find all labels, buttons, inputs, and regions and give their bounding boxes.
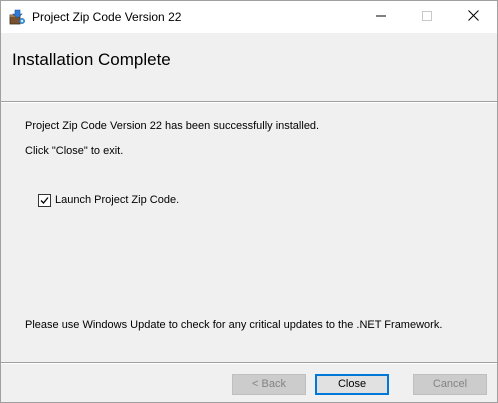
minimize-icon	[376, 8, 386, 26]
launch-checkbox-label[interactable]: Launch Project Zip Code.	[55, 194, 179, 207]
header-banner: Installation Complete	[1, 33, 497, 101]
title-bar[interactable]: Project Zip Code Version 22	[1, 1, 497, 33]
installer-window: Project Zip Code Version 22 Installation…	[0, 0, 498, 403]
update-notice: Please use Windows Update to check for a…	[25, 319, 443, 331]
back-button[interactable]: < Back	[232, 374, 306, 395]
cancel-button[interactable]: Cancel	[413, 374, 487, 395]
close-instruction: Click "Close" to exit.	[25, 145, 124, 157]
launch-checkbox-row[interactable]: Launch Project Zip Code.	[38, 193, 179, 207]
minimize-button[interactable]	[358, 1, 404, 33]
footer-divider	[1, 362, 497, 364]
window-title: Project Zip Code Version 22	[32, 10, 182, 24]
launch-checkbox[interactable]	[38, 193, 51, 207]
maximize-icon	[422, 8, 432, 26]
close-button[interactable]: Close	[315, 374, 389, 395]
success-message: Project Zip Code Version 22 has been suc…	[25, 120, 320, 132]
close-icon	[467, 8, 479, 26]
close-window-button[interactable]	[450, 1, 496, 33]
page-title: Installation Complete	[12, 50, 171, 69]
header-divider	[1, 101, 497, 103]
installer-package-icon	[9, 9, 25, 25]
maximize-button[interactable]	[404, 1, 450, 33]
